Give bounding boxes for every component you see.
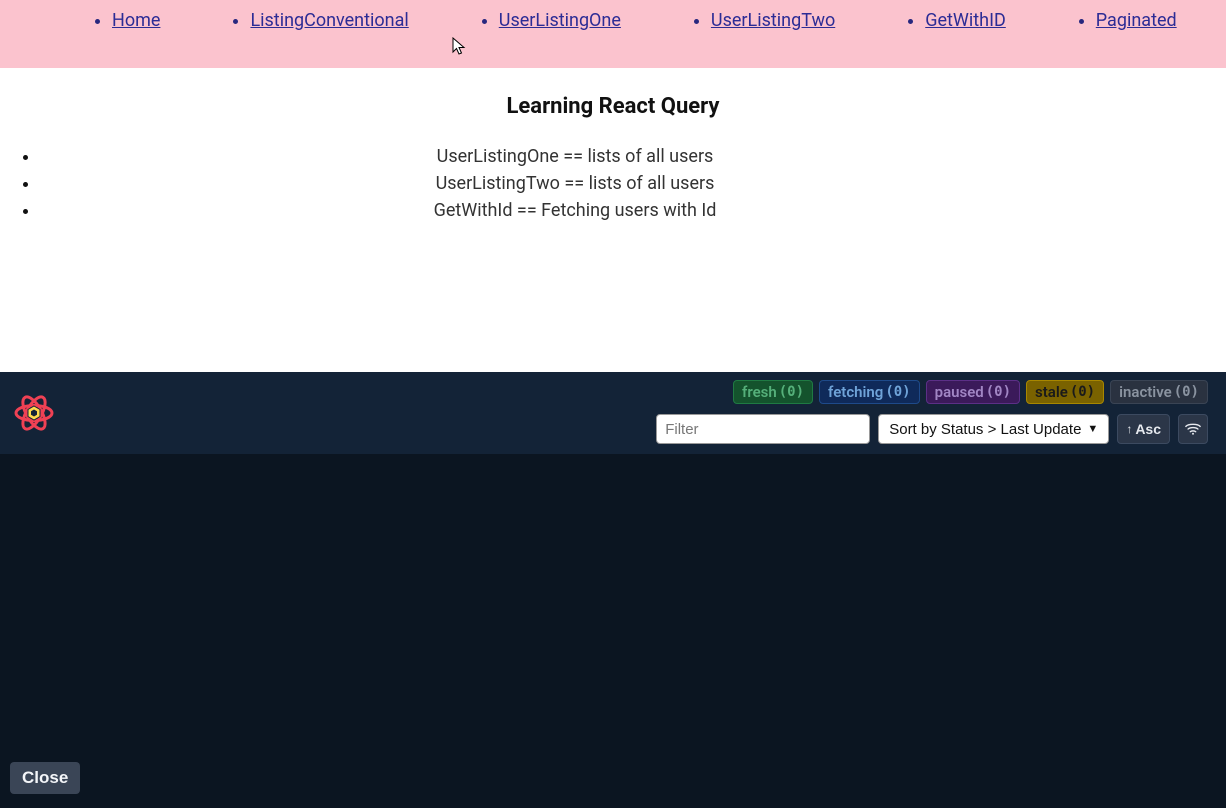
description-list: UserListingOne == lists of all users Use… — [0, 143, 1226, 224]
status-label: stale — [1035, 383, 1068, 401]
status-stale[interactable]: stale (0) — [1026, 380, 1104, 404]
status-count: (0) — [885, 384, 910, 400]
status-paused[interactable]: paused (0) — [926, 380, 1020, 404]
status-count: (0) — [986, 384, 1011, 400]
offline-toggle-button[interactable] — [1178, 414, 1208, 444]
list-item: UserListingOne == lists of all users — [40, 143, 1226, 170]
status-count: (0) — [779, 384, 804, 400]
main-content: Learning React Query UserListingOne == l… — [0, 94, 1226, 224]
nav-item-userlistingone[interactable]: UserListingOne — [499, 10, 621, 31]
status-label: fresh — [742, 383, 777, 401]
nav-item-listingconventional[interactable]: ListingConventional — [250, 10, 408, 31]
nav-item-userlistingtwo[interactable]: UserListingTwo — [711, 10, 835, 31]
description-text: GetWithId == Fetching users with Id — [0, 197, 1150, 224]
nav-item-home[interactable]: Home — [112, 10, 160, 31]
top-nav: Home ListingConventional UserListingOne … — [0, 0, 1226, 68]
nav-item-paginated[interactable]: Paginated — [1096, 10, 1177, 31]
nav-link-listingconventional[interactable]: ListingConventional — [250, 10, 408, 31]
arrow-up-icon: ↑ — [1126, 422, 1132, 436]
nav-link-userlistingone[interactable]: UserListingOne — [499, 10, 621, 31]
nav-link-userlistingtwo[interactable]: UserListingTwo — [711, 10, 835, 31]
status-pill-row: fresh (0) fetching (0) paused (0) stale … — [733, 380, 1208, 404]
status-count: (0) — [1174, 384, 1199, 400]
sort-label: Sort by Status > Last Update — [889, 421, 1081, 438]
description-text: UserListingTwo == lists of all users — [0, 170, 1150, 197]
status-label: inactive — [1119, 383, 1172, 401]
devtools-header: fresh (0) fetching (0) paused (0) stale … — [0, 372, 1226, 454]
close-button[interactable]: Close — [10, 762, 80, 794]
caret-down-icon: ▼ — [1087, 423, 1098, 435]
react-query-logo-icon — [12, 391, 56, 435]
status-count: (0) — [1070, 384, 1095, 400]
status-label: fetching — [828, 383, 883, 401]
sort-button[interactable]: Sort by Status > Last Update ▼ — [878, 414, 1109, 444]
devtools-controls: Sort by Status > Last Update ▼ ↑ Asc — [656, 414, 1208, 444]
nav-item-getwithid[interactable]: GetWithID — [925, 10, 1006, 31]
filter-input[interactable] — [656, 414, 870, 444]
react-query-devtools: fresh (0) fetching (0) paused (0) stale … — [0, 372, 1226, 808]
page-title: Learning React Query — [0, 94, 1226, 119]
status-fetching[interactable]: fetching (0) — [819, 380, 920, 404]
status-fresh[interactable]: fresh (0) — [733, 380, 813, 404]
status-inactive[interactable]: inactive (0) — [1110, 380, 1208, 404]
list-item: UserListingTwo == lists of all users — [40, 170, 1226, 197]
description-text: UserListingOne == lists of all users — [0, 143, 1150, 170]
sort-direction-button[interactable]: ↑ Asc — [1117, 414, 1170, 444]
nav-link-getwithid[interactable]: GetWithID — [925, 10, 1006, 31]
status-label: paused — [935, 383, 984, 401]
wifi-icon — [1185, 422, 1201, 436]
nav-link-paginated[interactable]: Paginated — [1096, 10, 1177, 31]
list-item: GetWithId == Fetching users with Id — [40, 197, 1226, 224]
devtools-query-list — [0, 454, 1226, 808]
asc-label: Asc — [1135, 421, 1161, 437]
nav-link-home[interactable]: Home — [112, 10, 160, 31]
nav-list: Home ListingConventional UserListingOne … — [0, 10, 1177, 31]
